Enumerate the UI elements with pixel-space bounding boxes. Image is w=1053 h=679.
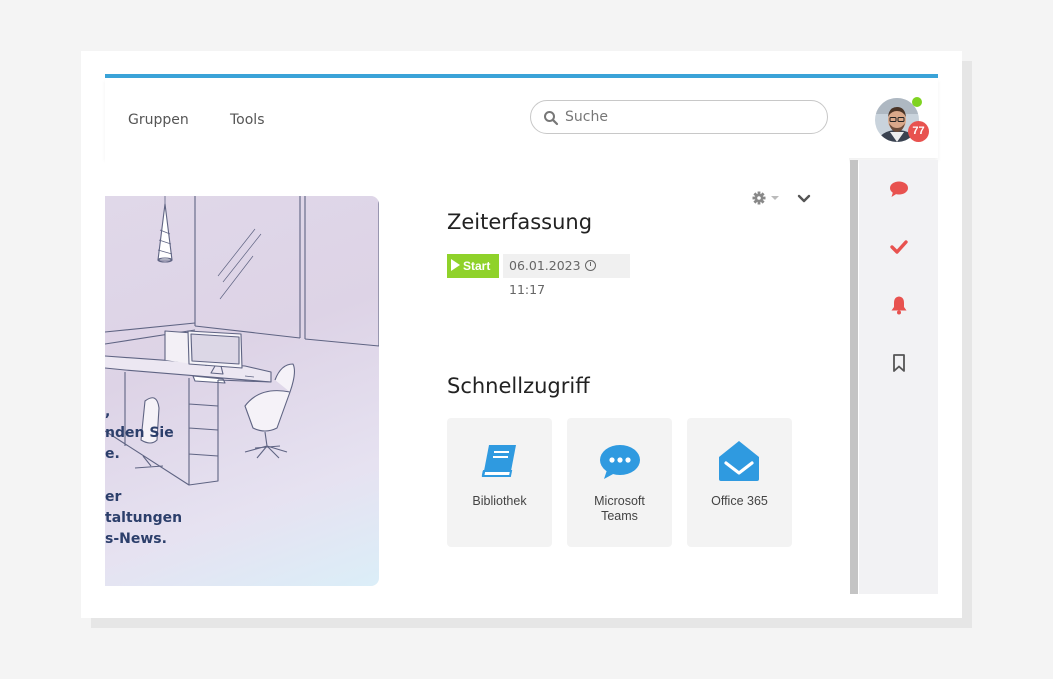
envelope-icon (719, 441, 759, 481)
time-tracking-title: Zeiterfassung (447, 210, 593, 234)
search-input[interactable] (565, 101, 815, 133)
start-timestamp: 06.01.2023 11:17 (503, 254, 630, 297)
tile-label: Bibliothek (472, 494, 527, 508)
main-content: , nden Sie e. er taltungen s-News. Zeite… (105, 158, 849, 594)
start-date: 06.01.2023 (509, 258, 581, 273)
search-icon (544, 111, 559, 126)
comment-icon[interactable] (888, 178, 910, 200)
start-timer-button[interactable]: Start (447, 254, 499, 278)
hero-text-2: er taltungen s-News. (105, 489, 183, 547)
tile-label: Microsoft Teams (594, 494, 645, 523)
start-label: Start (463, 259, 491, 273)
app-window: Gruppen Tools 77 (81, 51, 962, 618)
bookmark-icon[interactable] (888, 352, 910, 374)
book-icon (481, 445, 516, 477)
tile-label: Office 365 (711, 494, 768, 508)
bell-icon[interactable] (888, 294, 910, 316)
quick-access-title: Schnellzugriff (447, 374, 590, 398)
clock-icon (584, 260, 596, 271)
online-status-dot (912, 97, 922, 107)
top-header: Gruppen Tools 77 (105, 78, 938, 158)
play-icon (451, 259, 460, 271)
start-time: 11:17 (509, 282, 546, 297)
tile-microsoft-teams[interactable]: Microsoft Teams (567, 418, 672, 547)
scrollbar[interactable] (850, 160, 858, 594)
tile-office-365[interactable]: Office 365 (687, 418, 792, 547)
tile-bibliothek[interactable]: Bibliothek (447, 418, 552, 547)
chat-bubble-icon (600, 445, 640, 479)
hero-text-1: , nden Sie e. (105, 404, 174, 462)
notification-badge: 77 (908, 121, 929, 142)
nav-item-gruppen[interactable]: Gruppen (128, 112, 189, 128)
nav-item-tools[interactable]: Tools (230, 112, 265, 128)
widget-settings-gear-icon[interactable] (752, 190, 782, 206)
right-sidebar (859, 160, 938, 594)
hero-banner[interactable]: , nden Sie e. er taltungen s-News. (105, 196, 379, 586)
check-icon[interactable] (888, 236, 910, 258)
collapse-chevron-down-icon[interactable] (796, 191, 812, 207)
search-box[interactable] (530, 100, 828, 134)
